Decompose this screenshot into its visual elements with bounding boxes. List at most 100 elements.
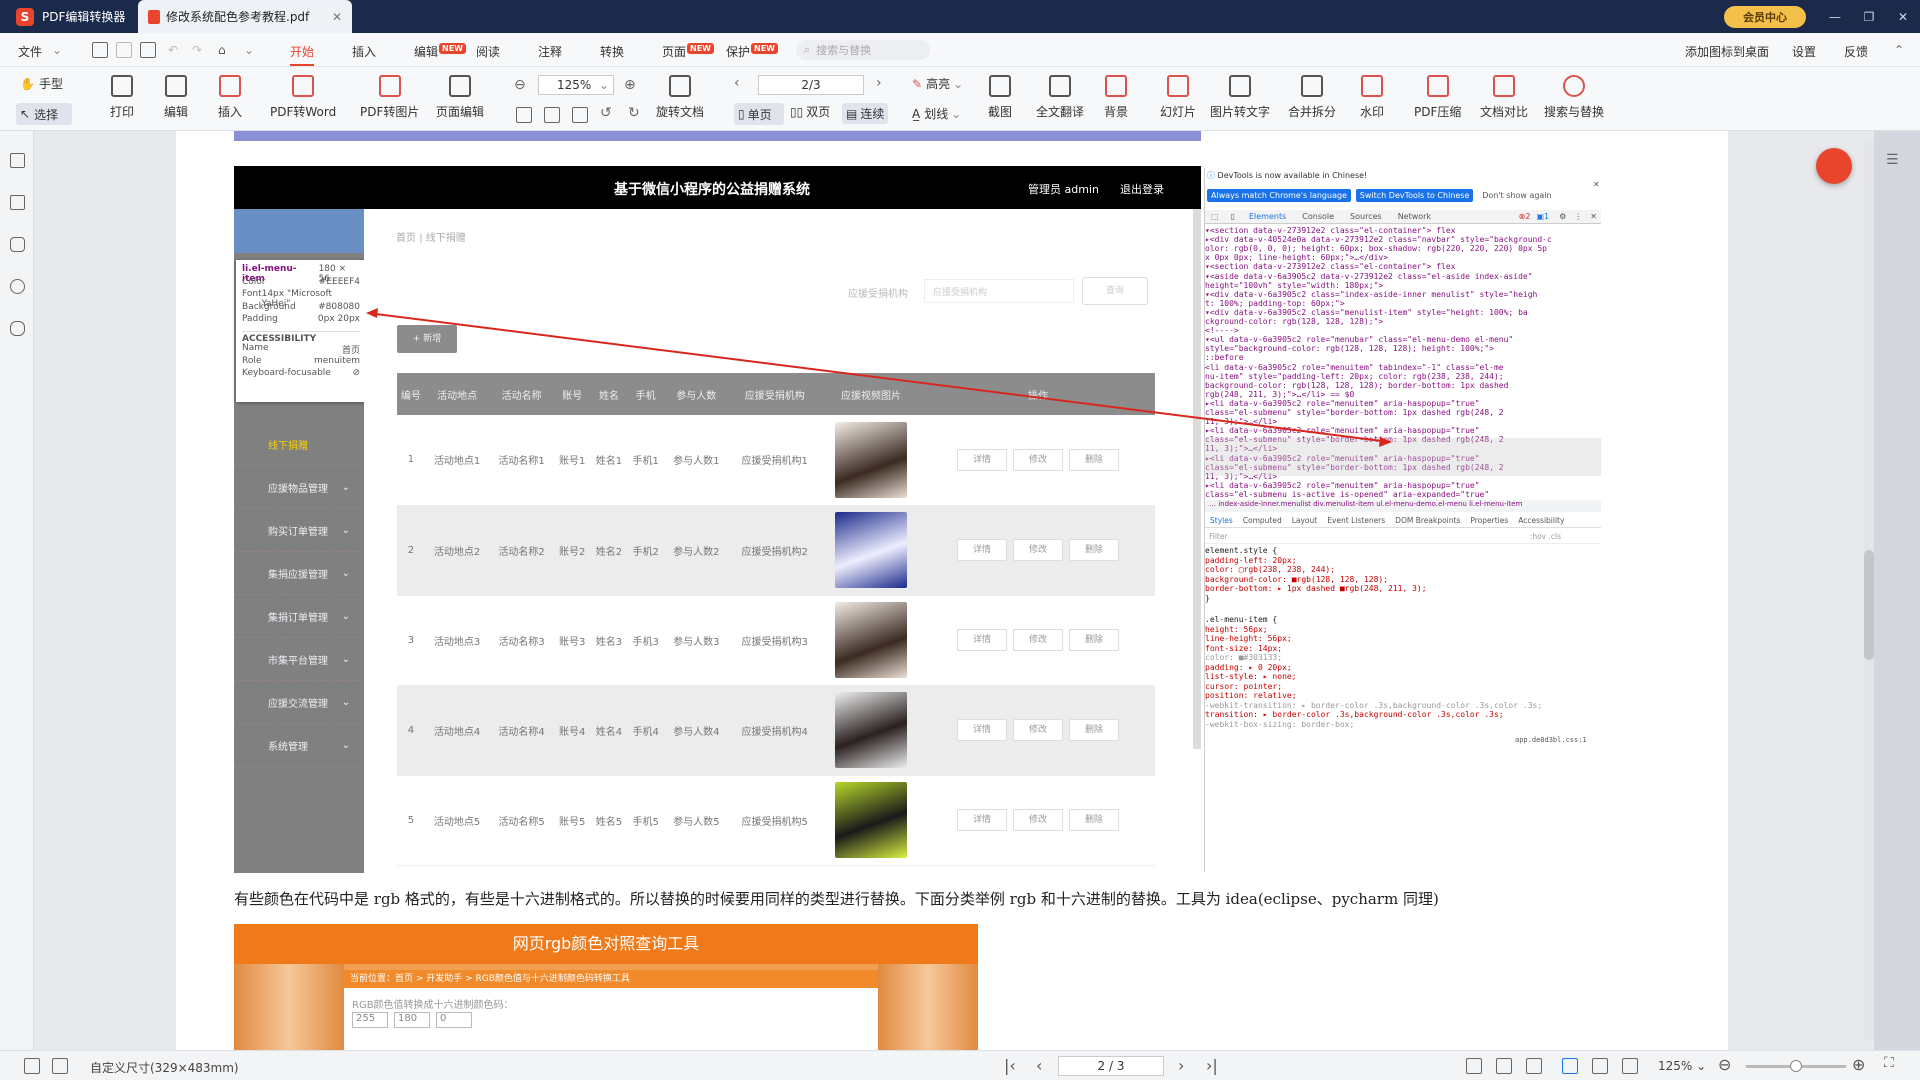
b-input[interactable]: 0 [436, 1012, 472, 1028]
edit-button[interactable]: 修改 [1013, 448, 1064, 471]
sidebar-item[interactable]: 应援物品管理 ⌄ [234, 466, 364, 509]
search-replace-button[interactable]: 搜索与替换 [1544, 75, 1604, 120]
double-view-icon[interactable] [1526, 1058, 1542, 1074]
edit-button[interactable]: 修改 [1013, 719, 1064, 741]
dom-line[interactable]: ▸<li data-v-6a3905c2 role="menuitem" ari… [1205, 399, 1597, 408]
detail-button[interactable]: 详情 [957, 539, 1008, 561]
strike-button[interactable]: A̲ 划线 ⌄ [912, 105, 961, 122]
sidebar-item[interactable]: 市集平台管理 ⌄ [234, 638, 364, 681]
page-settings-icon[interactable] [52, 1058, 68, 1074]
breadcrumb-home[interactable]: 首页 [396, 233, 416, 244]
web-scrollbar[interactable] [1193, 209, 1201, 749]
devtools-more-icon[interactable]: ⋮ [1574, 212, 1582, 221]
rotate-right-icon[interactable]: ↻ [628, 105, 640, 121]
css-line[interactable]: padding-left: 20px; [1205, 556, 1597, 565]
vertical-scrollbar[interactable] [1864, 140, 1874, 1040]
menu-insert[interactable]: 插入 [352, 43, 376, 60]
css-line[interactable]: .el-menu-item { [1205, 615, 1597, 624]
selected-node-highlight[interactable] [1205, 438, 1601, 476]
menu-read[interactable]: 阅读 [476, 43, 500, 60]
css-line[interactable]: list-style: ▸ none; [1205, 672, 1597, 681]
detail-button[interactable]: 详情 [957, 809, 1008, 831]
status-zoom-in-icon[interactable]: ⊕ [1852, 1055, 1865, 1074]
page-view-icon[interactable] [24, 1058, 40, 1074]
edit-button[interactable]: 修改 [1013, 809, 1064, 831]
fit-page-icon[interactable] [516, 107, 532, 123]
css-line[interactable]: transition: ▸ border-color .3s,backgroun… [1205, 710, 1597, 719]
r-input[interactable]: 255 [352, 1012, 388, 1028]
css-line[interactable]: height: 56px; [1205, 625, 1597, 634]
comment-icon[interactable] [10, 237, 25, 252]
status-zoom[interactable]: 125% ⌄ [1658, 1059, 1706, 1073]
detail-button[interactable]: 详情 [957, 629, 1008, 651]
double-page-toggle[interactable]: ▯▯ 双页 [790, 103, 830, 120]
page-number-input[interactable]: 2/3 [758, 75, 864, 95]
compress-button[interactable]: PDF压缩 [1414, 75, 1461, 120]
table-row[interactable]: 4 活动地点4 活动名称4 账号4 姓名4 手机4 参与人数4 应援受捐机构4 详情 修改 删除 [397, 685, 1155, 776]
dont-show-button[interactable]: Don't show again [1478, 189, 1555, 202]
background-button[interactable]: 背景 [1104, 75, 1128, 120]
settings-link[interactable]: 设置 [1792, 43, 1816, 60]
css-line[interactable]: background-color: ■rgb(128, 128, 128); [1205, 575, 1597, 584]
last-page-icon[interactable]: ›| [1206, 1056, 1218, 1075]
insert-button[interactable]: 插入 [218, 75, 242, 120]
dom-line[interactable]: rgb(248, 211, 3);">…</li> == $0 [1205, 390, 1597, 399]
zoom-out-icon[interactable]: ⊖ [514, 77, 526, 93]
first-page-icon[interactable]: |‹ [1004, 1056, 1016, 1075]
zoom-in-icon[interactable]: ⊕ [624, 77, 636, 93]
pdf-to-image-button[interactable]: PDF转图片 [360, 75, 419, 120]
menu-start[interactable]: 开始 [290, 43, 315, 66]
css-line[interactable]: element.style { [1205, 546, 1597, 555]
dom-line[interactable]: <li data-v-6a3905c2 role="menuitem" tabi… [1205, 363, 1597, 372]
detail-button[interactable]: 详情 [957, 719, 1008, 741]
css-line[interactable]: padding: ▸ 0 20px; [1205, 663, 1597, 672]
message-count[interactable]: ▣1 [1536, 212, 1549, 221]
sidebar-item[interactable]: 集捐订单管理 ⌄ [234, 595, 364, 638]
sidebar-home-highlight[interactable] [234, 209, 364, 253]
hand-tool[interactable]: ✋ 手型 [20, 75, 63, 92]
dom-line[interactable]: x 0px 0px; line-height: 60px;">…</div> [1205, 253, 1597, 262]
table-row[interactable]: 2 活动地点2 活动名称2 账号2 姓名2 手机2 参与人数2 应援受捐机构2 详情 修改 删除 [397, 505, 1155, 596]
match-language-button[interactable]: Always match Chrome's language [1207, 189, 1351, 202]
home-icon[interactable]: ⌂ [218, 43, 226, 57]
single-view-icon[interactable] [1466, 1058, 1482, 1074]
delete-button[interactable]: 删除 [1069, 809, 1120, 831]
search-box[interactable]: ⌕ 搜索与替换 [796, 40, 930, 60]
sidebar-item[interactable]: 线下捐赠 [234, 423, 364, 466]
status-page-input[interactable]: 2 / 3 [1058, 1056, 1164, 1076]
dom-line[interactable]: ▾<div data-v-6a3905c2 class="menulist-it… [1205, 308, 1597, 317]
devtools-settings-icon[interactable]: ⚙ [1559, 212, 1566, 221]
dom-line[interactable]: t: 100%; padding-top: 60px;"> [1205, 299, 1597, 308]
scrollbar-thumb[interactable] [1864, 550, 1874, 660]
fit-width-icon[interactable] [544, 107, 560, 123]
logout-link[interactable]: 退出登录 [1120, 181, 1164, 197]
device-icon[interactable]: ▯ [1231, 212, 1235, 221]
doc-tab[interactable]: 修改系统配色参考教程.pdf ✕ [138, 0, 352, 33]
switch-chinese-button[interactable]: Switch DevTools to Chinese [1355, 189, 1474, 202]
add-button[interactable]: + 新增 [397, 325, 457, 353]
table-row[interactable]: 3 活动地点3 活动名称3 账号3 姓名3 手机3 参与人数3 应援受捐机构3 详情 修改 删除 [397, 595, 1155, 686]
zoom-slider[interactable] [1746, 1060, 1846, 1072]
css-line[interactable]: line-height: 56px; [1205, 634, 1597, 643]
search-panel-icon[interactable] [10, 279, 25, 294]
css-line[interactable]: color: ■#303133; [1205, 653, 1597, 662]
styles-tab[interactable]: Layout [1292, 516, 1318, 525]
css-line[interactable]: cursor: pointer; [1205, 682, 1597, 691]
tab-console[interactable]: Console [1302, 212, 1334, 221]
css-line[interactable]: -webkit-box-sizing: border-box; [1205, 720, 1597, 729]
menu-annotate[interactable]: 注释 [538, 43, 562, 60]
next-page-status-icon[interactable]: › [1178, 1056, 1184, 1075]
dom-line[interactable]: ▸<li data-v-6a3905c2 role="menuitem" ari… [1205, 481, 1597, 490]
dom-line[interactable]: <!----> [1205, 326, 1597, 335]
sidebar-item[interactable]: 集捐应援管理 ⌄ [234, 552, 364, 595]
print-button[interactable]: 打印 [110, 75, 134, 120]
pdf-to-word-button[interactable]: PDF转Word [270, 75, 336, 120]
css-line[interactable]: border-bottom: ▸ 1px dashed ■rgb(248, 21… [1205, 584, 1597, 593]
save-icon[interactable] [116, 42, 132, 58]
dom-breadcrumbs[interactable]: … index-aside-inner.menulist div.menulis… [1205, 500, 1601, 512]
query-button[interactable]: 查询 [1082, 277, 1148, 305]
sidebar-item[interactable]: 应援交流管理 ⌄ [234, 681, 364, 724]
add-to-desktop-link[interactable]: 添加图标到桌面 [1685, 43, 1769, 60]
continuous-view-icon[interactable] [1562, 1058, 1578, 1074]
page-edit-button[interactable]: 页面编辑 [436, 75, 484, 120]
